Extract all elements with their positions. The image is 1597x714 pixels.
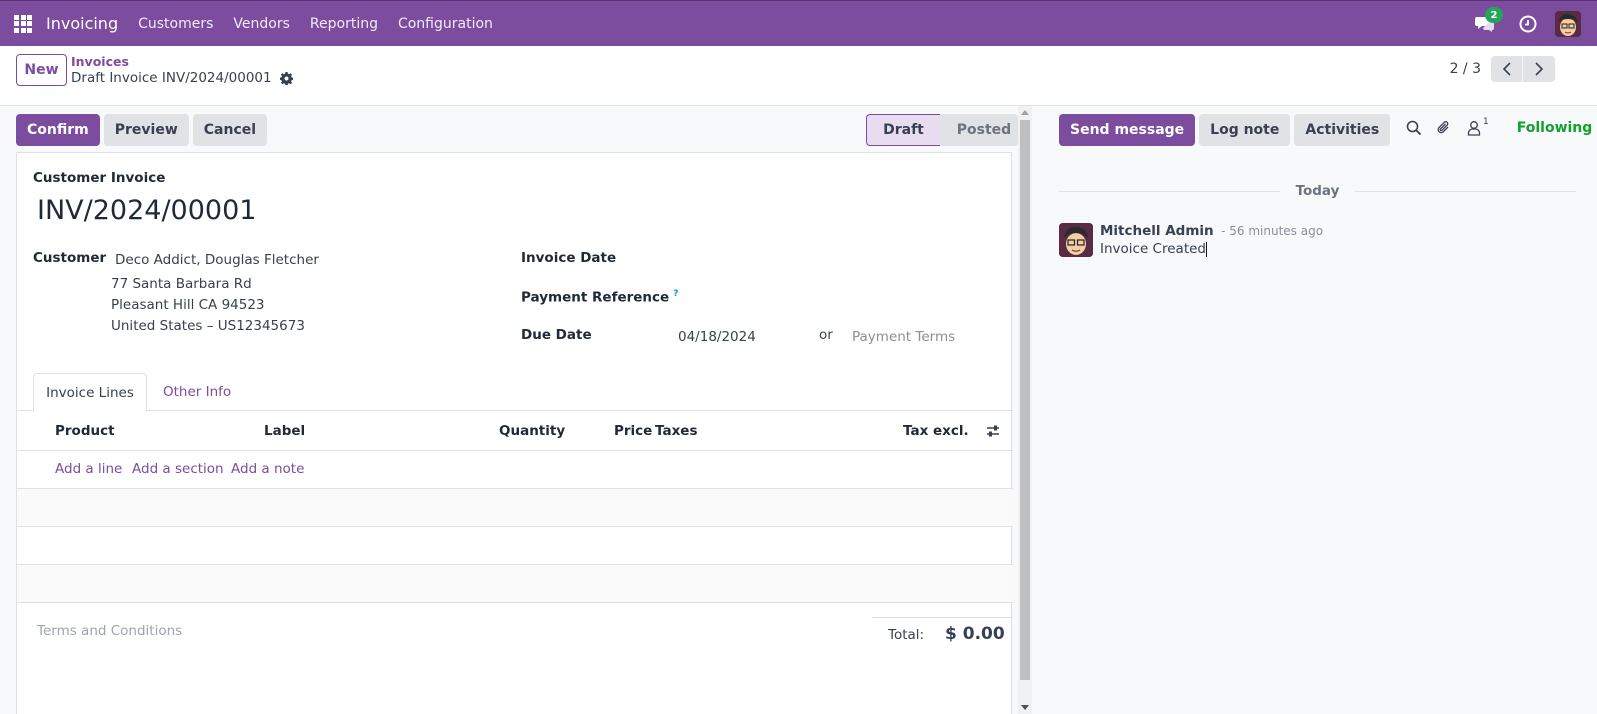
chatter-panel: Send message Log note Activities 1 Follo… [1032,106,1597,714]
or-separator: or [819,327,833,343]
menu-customers[interactable]: Customers [138,16,213,32]
column-tax-excl[interactable]: Tax excl. [903,423,969,439]
user-avatar[interactable] [1555,11,1581,37]
breadcrumb-current: Draft Invoice INV/2024/00001 [71,70,293,86]
text-cursor [1205,241,1207,257]
message-body-text: Invoice Created [1100,241,1206,257]
preview-button[interactable]: Preview [103,114,189,146]
scroll-up-arrow-icon[interactable] [1021,110,1029,115]
customer-field[interactable]: Deco Addict, Douglas Fletcher [115,252,319,268]
payment-reference-field[interactable] [677,289,987,309]
optional-columns-icon[interactable] [985,423,1001,439]
document-type: Customer Invoice [33,170,166,186]
column-product[interactable]: Product [55,423,115,439]
column-label[interactable]: Label [264,423,305,439]
invoice-date-field[interactable] [677,250,987,270]
activity-clock-icon[interactable] [1519,15,1537,33]
followers-count: 1 [1483,117,1489,127]
form-sheet: Customer Invoice INV/2024/00001 Customer… [16,152,1013,714]
new-button[interactable]: New [16,54,67,86]
pager-previous-button[interactable] [1491,56,1523,82]
breadcrumb-current-label: Draft Invoice INV/2024/00001 [71,70,272,86]
total-amount: $ 0.00 [945,624,1005,644]
messages-badge: 2 [1485,7,1503,23]
apps-menu-icon[interactable] [0,1,46,47]
chevron-left-icon [1502,62,1511,76]
chatter-topbar-icons: 1 Following [1406,117,1593,136]
due-date-field[interactable]: 04/18/2024 [678,329,756,345]
messages-button[interactable]: 2 [1475,7,1503,33]
add-line-link[interactable]: Add a line [55,461,122,477]
form-view: Confirm Preview Cancel Draft Posted Cust… [0,106,1018,714]
form-scrollbar[interactable] [1018,106,1032,714]
terms-and-conditions-field[interactable]: Terms and Conditions [37,623,182,639]
invoice-number: INV/2024/00001 [37,195,257,226]
payment-reference-label-text: Payment Reference [521,289,670,306]
invoice-date-label: Invoice Date [521,250,617,266]
pager-next-button[interactable] [1523,56,1555,82]
column-taxes[interactable]: Taxes [655,423,697,439]
following-button[interactable]: Following [1517,120,1593,136]
message-body: Invoice Created [1100,241,1323,257]
menu-reporting[interactable]: Reporting [310,16,378,32]
pager: 2 / 3 [1450,56,1555,82]
followers-button[interactable]: 1 [1466,117,1489,136]
message-content: Mitchell Admin - 56 minutes ago Invoice … [1100,223,1323,257]
date-separator: Today [1059,182,1577,200]
customer-address-line3: United States – US12345673 [111,318,305,334]
search-icon[interactable] [1406,120,1422,136]
scroll-thumb[interactable] [1020,120,1030,680]
confirm-button[interactable]: Confirm [16,114,100,146]
tab-invoice-lines[interactable]: Invoice Lines [33,373,147,412]
customer-address-line1: 77 Santa Barbara Rd [111,276,252,292]
log-note-button[interactable]: Log note [1199,114,1291,146]
add-note-link[interactable]: Add a note [231,461,304,477]
total-divider [872,617,1013,618]
tab-other-info[interactable]: Other Info [163,373,231,411]
menu-configuration[interactable]: Configuration [398,16,493,32]
due-date-label: Due Date [521,327,592,343]
chevron-right-icon [1535,62,1544,76]
menu-vendors[interactable]: Vendors [233,16,289,32]
empty-row [17,527,1013,565]
column-quantity[interactable]: Quantity [499,423,565,439]
invoice-lines-header: Product Label Quantity Price Taxes Tax e… [17,411,1013,451]
statusbar-actions: Confirm Preview Cancel [16,114,271,146]
column-price[interactable]: Price [614,423,652,439]
top-navbar: Invoicing Customers Vendors Reporting Co… [0,0,1597,46]
payment-terms-field[interactable]: Payment Terms [852,329,955,345]
message-date: - 56 minutes ago [1221,224,1324,238]
pager-value[interactable]: 2 / 3 [1450,61,1481,77]
message-author-avatar[interactable] [1059,223,1093,257]
chatter-actions: Send message Log note Activities [1059,114,1394,146]
cancel-button[interactable]: Cancel [192,114,268,146]
chatter-message: Mitchell Admin - 56 minutes ago Invoice … [1059,223,1323,257]
status-draft[interactable]: Draft [866,114,940,146]
send-message-button[interactable]: Send message [1059,114,1196,146]
scroll-down-arrow-icon[interactable] [1021,705,1029,710]
date-separator-label: Today [1295,183,1340,199]
paperclip-icon[interactable] [1436,120,1452,136]
status-posted[interactable]: Posted [940,114,1018,146]
empty-row [17,565,1013,603]
notebook-tabs: Invoice Lines Other Info [17,373,1013,412]
breadcrumb-invoices[interactable]: Invoices [71,54,129,69]
empty-row [17,489,1013,527]
status-draft-label: Draft [883,122,924,138]
control-panel: New Invoices Draft Invoice INV/2024/0000… [0,46,1597,106]
activities-button[interactable]: Activities [1294,114,1391,146]
message-author[interactable]: Mitchell Admin [1100,223,1214,239]
customer-address-line2: Pleasant Hill CA 94523 [111,297,265,313]
add-line-row: Add a line Add a section Add a note [17,451,1013,489]
app-name[interactable]: Invoicing [46,14,118,33]
add-section-link[interactable]: Add a section [132,461,224,477]
user-icon [1467,121,1481,136]
status-steps: Draft Posted [866,114,1018,146]
total-label: Total: [888,627,925,643]
gear-icon[interactable] [279,71,293,85]
payment-reference-label: Payment Reference? [521,289,678,306]
customer-label: Customer [33,250,107,266]
